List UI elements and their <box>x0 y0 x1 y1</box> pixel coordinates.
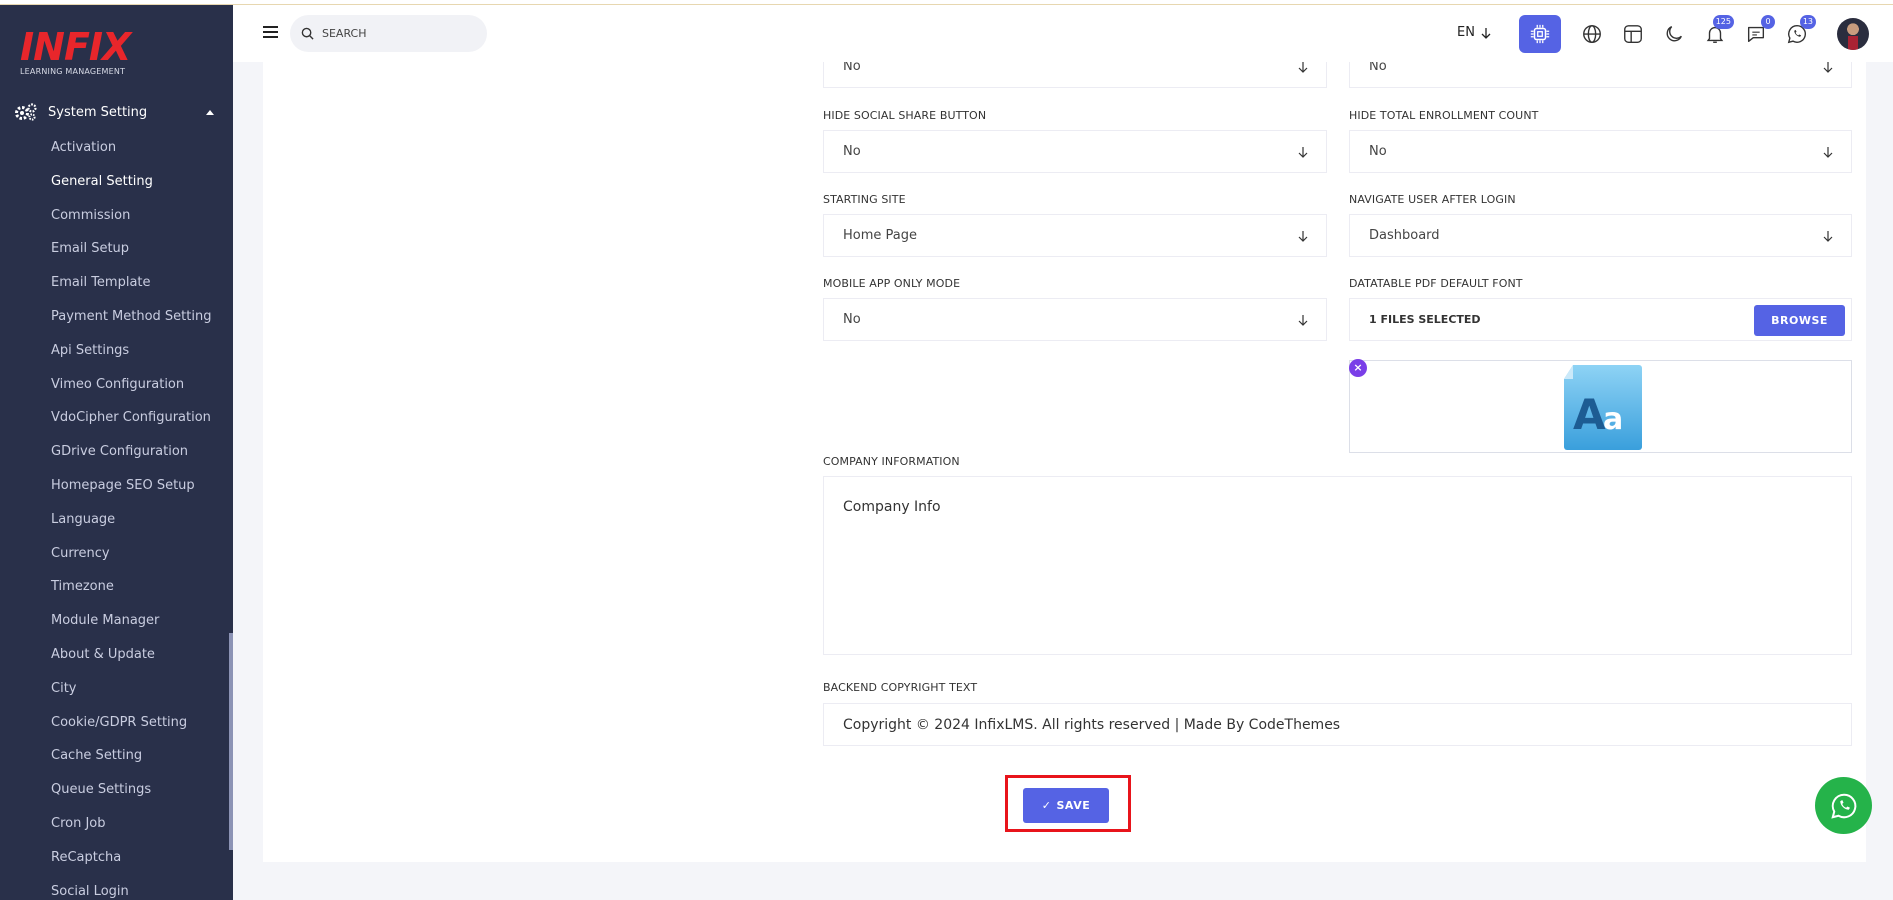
backend-copyright-label: BACKEND COPYRIGHT TEXT <box>823 681 978 694</box>
sidebar-section-label: System Setting <box>48 104 148 120</box>
navigate-after-login-label: NAVIGATE USER AFTER LOGIN <box>1349 193 1516 206</box>
sidebar-item-cache-setting[interactable]: Cache Setting <box>51 747 211 781</box>
datatable-pdf-font-label: DATATABLE PDF DEFAULT FONT <box>1349 277 1523 290</box>
sidebar-item-homepage-seo-setup[interactable]: Homepage SEO Setup <box>51 477 211 511</box>
mobile-app-only-select[interactable]: No <box>823 298 1327 341</box>
save-label: SAVE <box>1056 799 1091 812</box>
navigate-after-login-select[interactable]: Dashboard <box>1349 214 1852 257</box>
notifications-button[interactable]: 125 <box>1702 15 1734 47</box>
caret-up-icon <box>206 109 214 115</box>
starting-site-label: STARTING SITE <box>823 193 906 206</box>
remove-file-icon[interactable]: × <box>1349 359 1367 377</box>
sidebar-item-general-setting[interactable]: General Setting <box>51 173 211 207</box>
language-selector[interactable]: EN <box>1457 25 1491 40</box>
sidebar-submenu: Activation General Setting Commission Em… <box>51 139 211 900</box>
browse-button[interactable]: BROWSE <box>1754 305 1845 336</box>
mobile-app-only-value: No <box>843 312 861 327</box>
logo-brand: INFIX <box>20 25 131 69</box>
sidebar-item-email-setup[interactable]: Email Setup <box>51 240 211 274</box>
sidebar-item-commission[interactable]: Commission <box>51 207 211 241</box>
sidebar-item-currency[interactable]: Currency <box>51 545 211 579</box>
gears-icon <box>15 103 37 121</box>
layout-icon <box>1624 25 1642 43</box>
sidebar-item-payment-method-setting[interactable]: Payment Method Setting <box>51 308 211 342</box>
top-header: EN 125 0 13 <box>233 5 1893 62</box>
arrow-down-icon <box>1823 230 1833 242</box>
search-box[interactable] <box>290 15 487 52</box>
arrow-down-icon <box>1298 230 1308 242</box>
svg-text:A: A <box>1573 390 1606 439</box>
starting-site-value: Home Page <box>843 228 917 243</box>
ai-chip-button[interactable] <box>1519 15 1561 53</box>
check-icon: ✓ <box>1041 799 1052 812</box>
company-info-textarea[interactable]: Company Info <box>823 476 1852 655</box>
sidebar-item-email-template[interactable]: Email Template <box>51 274 211 308</box>
whatsapp-float-button[interactable] <box>1815 777 1872 834</box>
messages-badge: 0 <box>1761 15 1775 29</box>
sidebar-item-timezone[interactable]: Timezone <box>51 578 211 612</box>
mobile-app-only-label: MOBILE APP ONLY MODE <box>823 277 961 290</box>
sidebar-item-language[interactable]: Language <box>51 511 211 545</box>
arrow-down-icon <box>1298 61 1308 73</box>
sidebar-section-system-setting[interactable]: System Setting <box>14 102 214 122</box>
font-file-icon: A a <box>1564 365 1642 450</box>
svg-text:a: a <box>1603 402 1623 437</box>
arrow-down-icon <box>1298 314 1308 326</box>
user-avatar[interactable] <box>1837 18 1869 50</box>
backend-copyright-input[interactable]: Copyright © 2024 InfixLMS. All rights re… <box>823 703 1852 746</box>
hide-total-enrollment-select[interactable]: No <box>1349 130 1852 173</box>
navigate-after-login-value: Dashboard <box>1369 228 1440 243</box>
sidebar-item-activation[interactable]: Activation <box>51 139 211 173</box>
arrow-down-icon <box>1481 27 1491 39</box>
language-code: EN <box>1457 25 1475 40</box>
moon-icon <box>1666 26 1682 42</box>
sidebar-item-cookie-gdpr-setting[interactable]: Cookie/GDPR Setting <box>51 714 211 748</box>
cpu-chip-icon <box>1530 24 1550 44</box>
sidebar: INFIX LEARNING MANAGEMENT System Setting… <box>0 5 233 900</box>
messages-button[interactable]: 0 <box>1743 15 1775 47</box>
hide-social-share-value: No <box>843 144 861 159</box>
hamburger-menu-icon[interactable] <box>263 26 278 39</box>
notifications-badge: 125 <box>1712 15 1734 29</box>
hide-social-share-label: HIDE SOCIAL SHARE BUTTON <box>823 109 987 122</box>
logo[interactable]: INFIX LEARNING MANAGEMENT <box>20 25 131 76</box>
datatable-pdf-font-file-input[interactable]: 1 FILES SELECTED BROWSE <box>1349 298 1852 341</box>
sidebar-item-recaptcha[interactable]: ReCaptcha <box>51 849 211 883</box>
sidebar-item-cron-job[interactable]: Cron Job <box>51 815 211 849</box>
sidebar-item-gdrive-configuration[interactable]: GDrive Configuration <box>51 443 211 477</box>
search-icon <box>301 27 314 40</box>
sidebar-item-queue-settings[interactable]: Queue Settings <box>51 781 211 815</box>
arrow-down-icon <box>1298 146 1308 158</box>
globe-button[interactable] <box>1579 21 1605 47</box>
logo-subtitle: LEARNING MANAGEMENT <box>20 67 126 76</box>
whatsapp-icon <box>1830 793 1856 819</box>
company-info-label: COMPANY INFORMATION <box>823 455 960 468</box>
sidebar-item-api-settings[interactable]: Api Settings <box>51 342 211 376</box>
arrow-down-icon <box>1823 146 1833 158</box>
save-button[interactable]: ✓ SAVE <box>1023 788 1109 823</box>
sidebar-item-vdocipher-configuration[interactable]: VdoCipher Configuration <box>51 409 211 443</box>
hide-total-enrollment-label: HIDE TOTAL ENROLLMENT COUNT <box>1349 109 1539 122</box>
starting-site-select[interactable]: Home Page <box>823 214 1327 257</box>
hide-social-share-select[interactable]: No <box>823 130 1327 173</box>
top-border <box>0 0 1893 5</box>
layout-button[interactable] <box>1620 21 1646 47</box>
sidebar-scrollbar[interactable] <box>229 633 233 850</box>
file-selected-text: 1 FILES SELECTED <box>1369 313 1481 326</box>
hide-total-enrollment-value: No <box>1369 144 1387 159</box>
sidebar-item-city[interactable]: City <box>51 680 211 714</box>
search-input[interactable] <box>322 27 472 40</box>
sidebar-item-vimeo-configuration[interactable]: Vimeo Configuration <box>51 376 211 410</box>
sidebar-item-module-manager[interactable]: Module Manager <box>51 612 211 646</box>
arrow-down-icon <box>1823 61 1833 73</box>
whatsapp-badge: 13 <box>1799 15 1816 29</box>
sidebar-item-social-login[interactable]: Social Login <box>51 883 211 900</box>
font-preview: × A a <box>1349 359 1852 453</box>
whatsapp-header-button[interactable]: 13 <box>1784 15 1816 47</box>
globe-icon <box>1583 25 1601 43</box>
sidebar-item-about-update[interactable]: About & Update <box>51 646 211 680</box>
dark-mode-toggle[interactable] <box>1661 21 1687 47</box>
